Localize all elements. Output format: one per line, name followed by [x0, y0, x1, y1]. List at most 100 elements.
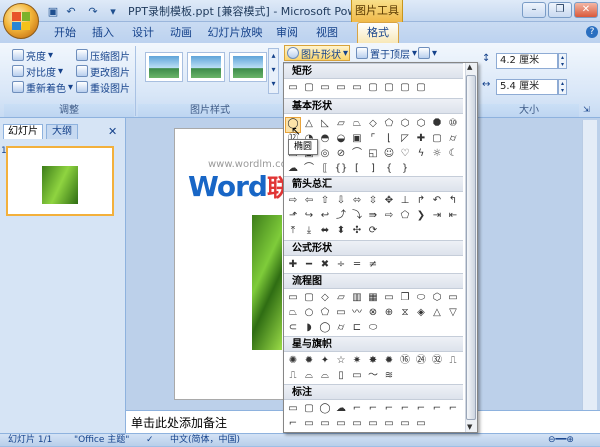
- vertical-scrollbar[interactable]: [582, 120, 597, 410]
- brightness-button[interactable]: 亮度 ▾: [12, 47, 53, 63]
- cross-icon[interactable]: ✚: [414, 132, 428, 146]
- double-brace-icon[interactable]: {}: [334, 162, 348, 176]
- star32-icon[interactable]: ㉜: [430, 354, 444, 368]
- change-picture-button[interactable]: 更改图片: [76, 63, 130, 79]
- tab-home[interactable]: 开始: [50, 22, 80, 43]
- u-turn-arrow-icon[interactable]: ↶: [430, 194, 444, 208]
- diamond-icon[interactable]: ◇: [366, 117, 380, 131]
- explosion-icon[interactable]: ✺: [286, 354, 300, 368]
- star4-icon[interactable]: ✦: [318, 354, 332, 368]
- snip-rectangle-icon[interactable]: ▭: [350, 81, 364, 95]
- display-icon[interactable]: ⬭: [366, 321, 380, 335]
- sort-icon[interactable]: ◈: [414, 306, 428, 320]
- picture-shape-button[interactable]: 图片形状 ▾: [284, 45, 350, 61]
- curved-up-arrow-icon[interactable]: ⤴: [334, 209, 348, 223]
- leaf-picture[interactable]: [252, 215, 282, 350]
- stored-data-icon[interactable]: ⊂: [286, 321, 300, 335]
- tab-animation[interactable]: 动画: [166, 22, 196, 43]
- summing-junction-icon[interactable]: ⊗: [366, 306, 380, 320]
- card-icon[interactable]: ▭: [334, 306, 348, 320]
- equal-icon[interactable]: ═: [350, 258, 364, 272]
- octagon-icon[interactable]: ⯃: [430, 117, 444, 131]
- rectangle-icon[interactable]: ▭: [286, 81, 300, 95]
- line-callout2-icon[interactable]: ⌐: [366, 402, 380, 416]
- spellcheck-icon[interactable]: ✓: [146, 434, 154, 447]
- bent-up-arrow-icon[interactable]: ⬏: [286, 209, 300, 223]
- oval-callout-icon[interactable]: ◯: [318, 402, 332, 416]
- smiley-icon[interactable]: ☺: [382, 147, 396, 161]
- folded-corner-icon[interactable]: ◱: [366, 147, 380, 161]
- left-brace-icon[interactable]: {: [382, 162, 396, 176]
- direct-access-icon[interactable]: ⊏: [350, 321, 364, 335]
- teardrop-icon[interactable]: ◒: [334, 132, 348, 146]
- zoom-slider[interactable]: ⊖━━⊕: [548, 434, 574, 447]
- lightning-icon[interactable]: ϟ: [414, 147, 428, 161]
- internal-storage-icon[interactable]: ▦: [366, 291, 380, 305]
- accent-border-callout-icon[interactable]: ▭: [366, 417, 380, 431]
- moon-icon[interactable]: ☾: [446, 147, 460, 161]
- rect-callout-icon[interactable]: ▭: [286, 402, 300, 416]
- curved-right-arrow-icon[interactable]: ↪: [302, 209, 316, 223]
- bent-arrow-icon[interactable]: ↱: [414, 194, 428, 208]
- block-arc-icon[interactable]: ⌒: [350, 147, 364, 161]
- left-arrow-callout-icon[interactable]: ⇤: [446, 209, 460, 223]
- offpage-connector-icon[interactable]: ⬠: [318, 306, 332, 320]
- triangle-icon[interactable]: △: [302, 117, 316, 131]
- star5-icon[interactable]: ☆: [334, 354, 348, 368]
- striped-right-arrow-icon[interactable]: ⇛: [366, 209, 380, 223]
- size-dialog-launcher-icon[interactable]: ⇲: [583, 105, 590, 114]
- align-button[interactable]: ▾: [418, 45, 437, 61]
- star10-icon[interactable]: ✸: [366, 354, 380, 368]
- bring-to-front-button[interactable]: 置于顶层 ▾: [356, 45, 417, 61]
- left-right-arrow-icon[interactable]: ⬄: [350, 194, 364, 208]
- border-callout-icon[interactable]: ▭: [302, 417, 316, 431]
- manual-operation-icon[interactable]: ⏢: [286, 306, 300, 320]
- tab-design[interactable]: 设计: [128, 22, 158, 43]
- office-button[interactable]: [3, 3, 39, 39]
- right-triangle-icon[interactable]: ◺: [318, 117, 332, 131]
- snip-rectangle-icon[interactable]: ▭: [318, 81, 332, 95]
- snip-round-rectangle-icon[interactable]: ▢: [366, 81, 380, 95]
- curved-left-arrow-icon[interactable]: ↩: [318, 209, 332, 223]
- document-icon[interactable]: ▭: [382, 291, 396, 305]
- heptagon-icon[interactable]: ⬡: [414, 117, 428, 131]
- data-icon[interactable]: ▱: [334, 291, 348, 305]
- gallery-scroll-thumb[interactable]: [466, 75, 476, 420]
- down-arrow-icon[interactable]: ⇩: [334, 194, 348, 208]
- styles-scroll[interactable]: ▴ ▾ ▾: [268, 48, 279, 94]
- close-icon[interactable]: ✕: [574, 2, 598, 18]
- accent-callout2-icon[interactable]: ⌐: [430, 402, 444, 416]
- border-callout3-icon[interactable]: ▭: [334, 417, 348, 431]
- process-icon[interactable]: ▭: [286, 291, 300, 305]
- compress-pictures-button[interactable]: 压缩图片: [76, 47, 130, 63]
- tab-insert[interactable]: 插入: [88, 22, 118, 43]
- left-right-arrow-callout-icon[interactable]: ⬌: [318, 224, 332, 238]
- star8-icon[interactable]: ✷: [350, 354, 364, 368]
- double-bracket-icon[interactable]: ⟦: [318, 162, 332, 176]
- reset-picture-button[interactable]: 重设图片: [76, 79, 130, 95]
- cloud-callout-icon[interactable]: ☁: [334, 402, 348, 416]
- parallelogram-icon[interactable]: ▱: [334, 117, 348, 131]
- plus-icon[interactable]: ✚: [286, 258, 300, 272]
- round-rect-callout-icon[interactable]: ▢: [302, 402, 316, 416]
- contrast-button[interactable]: 对比度 ▾: [12, 63, 63, 79]
- up-arrow-icon[interactable]: ⇧: [318, 194, 332, 208]
- accent-border-callout3-icon[interactable]: ▭: [398, 417, 412, 431]
- delay-icon[interactable]: ◗: [302, 321, 316, 335]
- alternate-process-icon[interactable]: ▢: [302, 291, 316, 305]
- double-wave-icon[interactable]: ≋: [382, 369, 396, 383]
- punched-tape-icon[interactable]: 〰: [350, 306, 364, 320]
- chevron-icon[interactable]: ❯: [414, 209, 428, 223]
- slide-thumbnail[interactable]: [6, 146, 114, 216]
- quad-arrow-icon[interactable]: ✥: [382, 194, 396, 208]
- donut-icon[interactable]: ◎: [318, 147, 332, 161]
- width-field[interactable]: 5.4 厘米: [496, 79, 558, 95]
- tab-review[interactable]: 审阅: [272, 22, 302, 43]
- not-equal-icon[interactable]: ≠: [366, 258, 380, 272]
- star16-icon[interactable]: ⑯: [398, 354, 412, 368]
- left-bracket-icon[interactable]: [: [350, 162, 364, 176]
- notched-right-arrow-icon[interactable]: ⇨: [382, 209, 396, 223]
- save-icon[interactable]: ▣: [44, 3, 62, 19]
- up-down-arrow-icon[interactable]: ⇳: [366, 194, 380, 208]
- scroll-down-icon[interactable]: ▼: [467, 423, 472, 431]
